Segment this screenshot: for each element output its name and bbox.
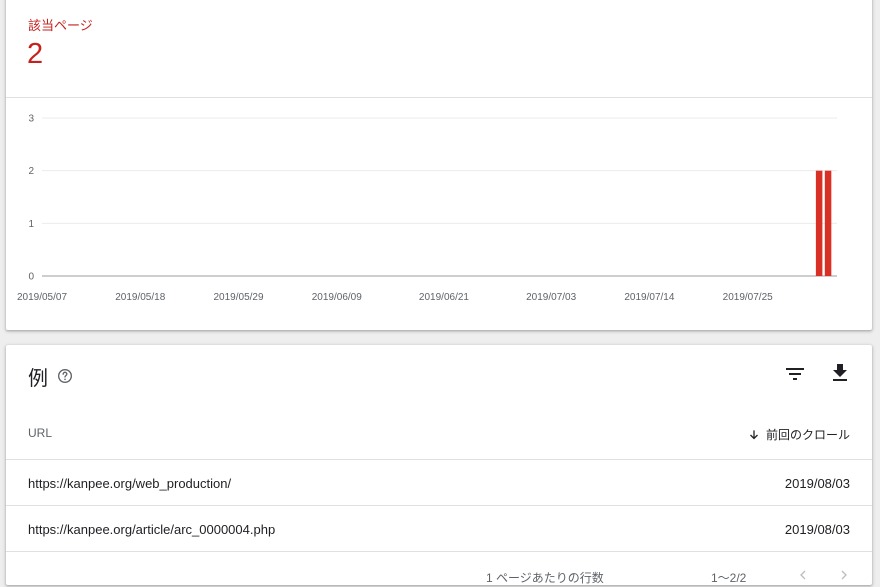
column-header-last-crawl-label: 前回のクロール — [765, 428, 850, 442]
pagination: 1 ページあたりの行数 1～2/2 — [6, 567, 872, 587]
chevron-left-icon[interactable] — [795, 567, 811, 583]
row-date: 2019/08/03 — [784, 476, 850, 491]
bar — [815, 170, 823, 276]
examples-table: https://kanpee.org/web_production/ 2019/… — [6, 459, 872, 552]
table-row[interactable]: https://kanpee.org/article/arc_0000004.p… — [6, 505, 872, 551]
x-tick-label: 2019/07/14 — [624, 292, 674, 303]
help-icon[interactable] — [57, 368, 73, 384]
filter-icon[interactable] — [783, 362, 807, 386]
rows-per-page-label: 1 ページあたりの行数 — [486, 571, 604, 585]
x-tick-label: 2019/05/18 — [115, 292, 165, 303]
table-divider — [6, 551, 872, 552]
y-tick-label: 3 — [28, 114, 34, 125]
bar — [824, 170, 832, 276]
x-tick-label: 2019/07/25 — [723, 292, 773, 303]
summary-card: 該当ページ 2 0 1 2 3 2019/05/07 2019/05/18 2019/05/… — [6, 0, 872, 330]
column-header-url[interactable]: URL — [28, 426, 52, 440]
column-header-last-crawl[interactable]: 前回のクロール — [747, 426, 850, 443]
x-tick-label: 2019/05/07 — [17, 292, 67, 303]
sort-arrow-down-icon — [750, 429, 758, 439]
x-tick-label: 2019/07/03 — [526, 292, 576, 303]
row-date: 2019/08/03 — [784, 522, 850, 537]
download-icon[interactable] — [828, 361, 852, 385]
metric-label: 該当ページ — [28, 18, 93, 33]
row-url: https://kanpee.org/article/arc_0000004.p… — [28, 522, 276, 537]
y-tick-label: 1 — [28, 219, 34, 230]
row-url: https://kanpee.org/web_production/ — [28, 476, 232, 491]
chevron-right-icon[interactable] — [836, 567, 852, 583]
x-tick-label: 2019/06/09 — [312, 292, 362, 303]
y-tick-label: 0 — [28, 272, 34, 283]
pagination-range: 1～2/2 — [711, 571, 747, 585]
y-tick-label: 2 — [28, 166, 34, 177]
table-row[interactable]: https://kanpee.org/web_production/ 2019/… — [6, 459, 872, 505]
metric-header: 該当ページ 2 — [6, 0, 872, 98]
metric-value: 2 — [27, 38, 44, 70]
x-tick-label: 2019/05/29 — [213, 292, 263, 303]
examples-title: 例 — [28, 368, 48, 390]
x-tick-label: 2019/06/21 — [419, 292, 469, 303]
bar-chart: 0 1 2 3 2019/05/07 2019/05/18 2019/05/29 2019/0… — [17, 114, 837, 303]
examples-card: 例 URL 前回のクロール https://kanpee.org/web_pro… — [6, 345, 872, 585]
